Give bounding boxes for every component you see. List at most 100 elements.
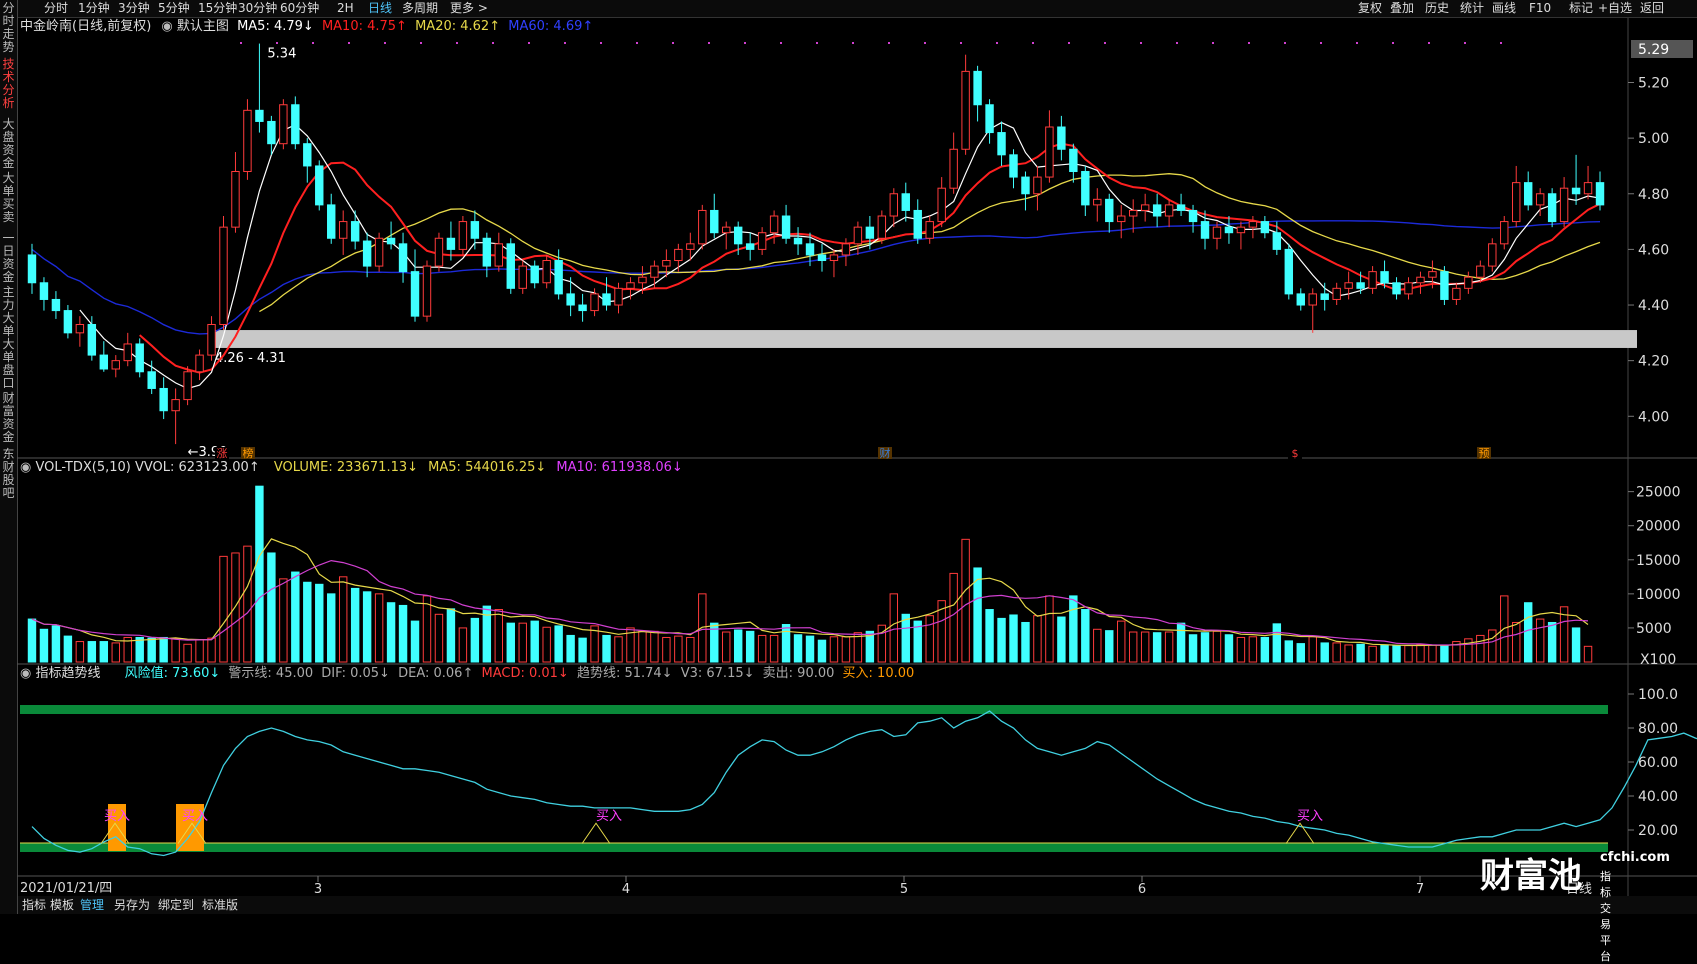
bottom-tab-2[interactable]: 管理	[80, 896, 104, 914]
ma5-readout: MA5: 4.79↓	[237, 19, 314, 34]
top-dot	[564, 42, 566, 44]
volume-bar	[1045, 595, 1054, 663]
candle-body	[446, 237, 456, 250]
candle-body	[1392, 282, 1401, 295]
watermark-slogan: 指标交易平台	[1600, 870, 1611, 963]
candle-body	[1368, 271, 1377, 289]
candle-body	[1284, 248, 1294, 295]
event-mark-3: $	[1292, 447, 1299, 460]
ind-name[interactable]: 指标趋势线	[35, 666, 100, 681]
vol-indicator-name[interactable]: VOL-TDX(5,10)	[35, 460, 130, 475]
vol-tick-label-0: 25000	[1636, 485, 1681, 501]
volume-bar	[255, 485, 264, 663]
top-dot	[888, 42, 890, 44]
template-label[interactable]: 默认主图	[177, 19, 229, 34]
volume-bar	[1512, 621, 1521, 663]
volume-bar	[1200, 632, 1210, 663]
stock-name[interactable]: 中金岭南(日线,前复权)	[20, 19, 151, 34]
candle-body	[410, 271, 420, 317]
bottom-tab-3[interactable]: 另存为	[114, 896, 150, 914]
candle-body	[1308, 293, 1317, 306]
volume-bar	[1404, 645, 1413, 663]
ind-tick-label-0: 100.0	[1638, 687, 1678, 703]
volume-bar	[889, 593, 899, 663]
top-dot	[924, 42, 926, 44]
template-toggle-icon[interactable]: ◉	[161, 19, 172, 34]
volume-bar	[1212, 630, 1222, 663]
volume-bar	[542, 626, 551, 663]
ind-tick-label-2: 60.00	[1638, 755, 1678, 771]
candle-body	[1583, 182, 1593, 195]
candle-body	[937, 187, 946, 223]
top-dot	[528, 42, 530, 44]
candle-body	[530, 265, 539, 284]
top-dot	[852, 42, 854, 44]
candle-body	[1057, 126, 1066, 150]
top-dot	[1212, 42, 1214, 44]
vol-tick-label-3: 10000	[1636, 587, 1681, 603]
buy-label-3: 买入	[1297, 809, 1323, 824]
volume-bar	[1152, 632, 1162, 663]
vol-tick-label-4: 5000	[1636, 621, 1672, 637]
candle-body	[889, 193, 899, 217]
candle-body	[291, 104, 300, 145]
volume-bar	[662, 636, 671, 663]
month-label-1: 4	[622, 882, 630, 897]
volume-bar	[1380, 644, 1389, 663]
vol-ma10-readout: MA10: 611938.06↓	[556, 460, 683, 475]
volume-bar	[159, 636, 168, 663]
volume-bar	[494, 609, 504, 663]
volume-bar	[745, 630, 755, 663]
volume-bar	[1428, 644, 1437, 663]
candle-body	[75, 323, 85, 334]
candle-body	[710, 209, 719, 234]
candle-body	[1033, 176, 1042, 195]
top-dot	[672, 42, 674, 44]
bottom-tab-1[interactable]: 模板	[50, 896, 74, 914]
price-tick-label-6: 4.00	[1638, 409, 1669, 425]
candle-body	[1547, 193, 1557, 223]
vol-toggle-icon[interactable]: ◉	[20, 460, 31, 475]
candle-body	[614, 287, 623, 306]
volume-bar	[243, 545, 252, 663]
bottom-tab-4[interactable]: 绑定到	[158, 896, 194, 914]
volume-bar	[1368, 645, 1377, 663]
event-mark-0: 涨	[217, 447, 228, 460]
ma10-readout: MA10: 4.75↑	[321, 19, 407, 34]
candle-body	[841, 243, 851, 256]
candle-body	[231, 171, 240, 228]
top-dot	[780, 42, 782, 44]
month-label-2: 5	[900, 882, 908, 897]
candle-body	[1117, 215, 1126, 223]
volume-bar	[1488, 629, 1497, 663]
watermark-brand: 财富池	[1480, 856, 1582, 896]
bottom-tab-5[interactable]: 标准版	[202, 896, 238, 914]
volume-bar	[398, 604, 408, 663]
candle-body	[1595, 182, 1605, 206]
volume-bar	[614, 636, 623, 663]
volume-bar	[27, 618, 37, 663]
candle-body	[913, 209, 922, 239]
bottom-tab-0[interactable]: 指标	[22, 896, 46, 914]
candle-body	[183, 371, 192, 401]
candle-body	[793, 237, 803, 245]
volume-bar	[446, 608, 456, 663]
sell-band	[20, 705, 1608, 714]
top-dot	[708, 42, 710, 44]
volume-bar	[374, 593, 384, 663]
ind-toggle-icon[interactable]: ◉	[20, 666, 31, 681]
volume-bar	[1188, 634, 1198, 663]
buy-readout: 买入: 10.00	[842, 666, 915, 681]
candle-body	[985, 104, 994, 134]
volume-bar	[279, 578, 288, 663]
candle-body	[422, 265, 432, 317]
candle-body	[494, 243, 504, 267]
volume-bar	[1164, 631, 1174, 663]
event-mark-1: 榜	[243, 446, 254, 460]
candle-body	[207, 323, 216, 356]
candle-body	[817, 254, 827, 262]
candle-body	[626, 282, 635, 289]
candle-body	[434, 237, 444, 267]
buy-triangle-2	[581, 822, 611, 844]
volume-bar	[111, 642, 120, 663]
